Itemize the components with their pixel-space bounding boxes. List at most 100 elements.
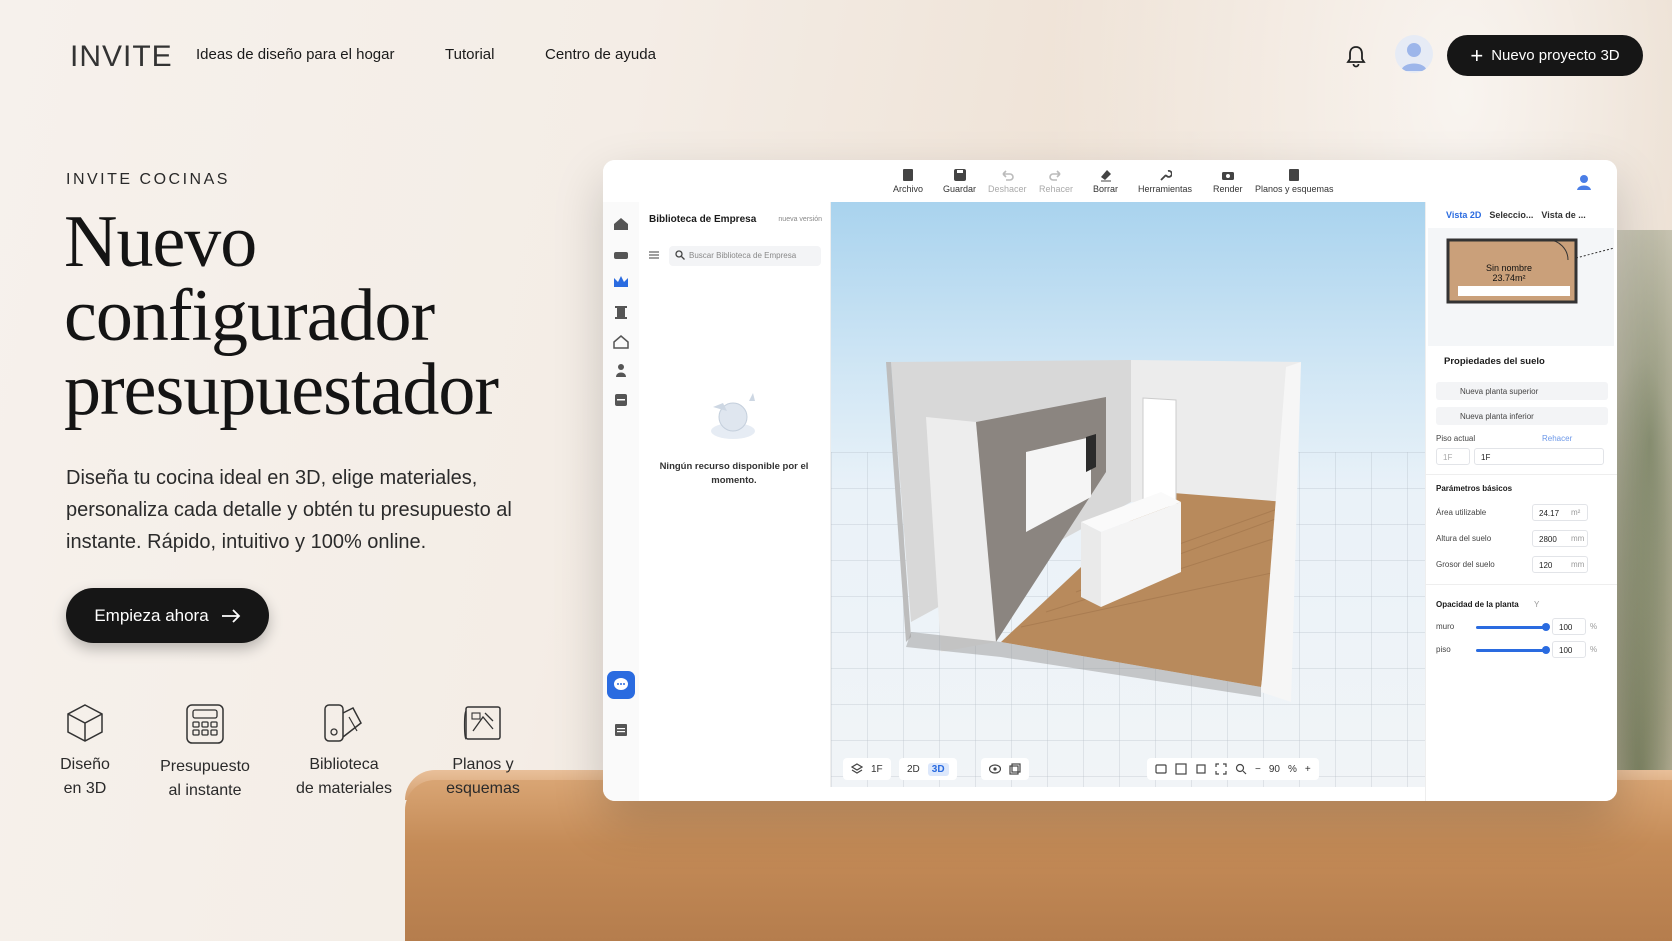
- nav-link-help[interactable]: Centro de ayuda: [545, 46, 656, 63]
- muro-unit: %: [1590, 622, 1598, 631]
- tool-planos[interactable]: Planos y esquemas: [1255, 168, 1334, 194]
- layers-icon: [851, 763, 863, 774]
- feature-3d-line1: Diseño: [60, 756, 110, 773]
- new-lower-floor-button[interactable]: Nueva planta inferior: [1436, 407, 1608, 425]
- new-project-button[interactable]: + Nuevo proyecto 3D: [1447, 35, 1643, 76]
- tab-seleccion[interactable]: Seleccio...: [1489, 210, 1533, 226]
- thickness-label: Grosor del suelo: [1436, 560, 1495, 569]
- tool-borrar[interactable]: Borrar: [1093, 168, 1118, 194]
- library-version-tag[interactable]: nueva versión: [778, 216, 822, 223]
- bell-icon[interactable]: [1345, 44, 1367, 68]
- divider: [1426, 584, 1617, 585]
- redo-icon: [1049, 170, 1061, 181]
- piso-input[interactable]: 100: [1552, 641, 1586, 658]
- mode-2d[interactable]: 2D: [907, 764, 920, 775]
- tool-render[interactable]: Render: [1213, 168, 1243, 194]
- avatar[interactable]: [1395, 35, 1433, 73]
- piso-unit: %: [1590, 645, 1598, 654]
- feature-budget: Presupuesto al instante: [158, 703, 252, 803]
- muro-slider[interactable]: [1476, 623, 1550, 631]
- house-outline-icon[interactable]: [613, 334, 629, 350]
- tab-vista-2d[interactable]: Vista 2D: [1446, 210, 1481, 226]
- tool-rehacer[interactable]: Rehacer: [1039, 168, 1073, 194]
- feature-plans-line2: esquemas: [446, 780, 520, 797]
- mode-3d[interactable]: 3D: [927, 762, 949, 776]
- feature-budget-line2: al instante: [168, 782, 242, 799]
- cabinet-icon[interactable]: [613, 392, 629, 408]
- blueprint-icon: [463, 706, 501, 740]
- camera-icon: [1221, 172, 1234, 180]
- new-upper-floor-button[interactable]: Nueva planta superior: [1436, 382, 1608, 400]
- list-view-icon[interactable]: [649, 250, 659, 260]
- frame-icon[interactable]: [1195, 763, 1207, 775]
- feature-library-line2: de materiales: [295, 780, 393, 797]
- app-toolbar: Archivo Guardar Deshacer Rehacer Borrar …: [603, 160, 1617, 202]
- crown-icon[interactable]: [613, 274, 629, 290]
- zoom-search-icon[interactable]: [1235, 763, 1247, 775]
- tool-guardar[interactable]: Guardar: [943, 168, 976, 194]
- list-panel-icon[interactable]: [613, 722, 629, 738]
- app-user-icon[interactable]: [1575, 173, 1593, 191]
- copy-view-icon[interactable]: [1009, 763, 1021, 775]
- logo[interactable]: INVITE: [70, 40, 173, 74]
- area-label: Área utilizable: [1436, 508, 1487, 517]
- headline: Nuevo configurador presupuestador: [64, 205, 584, 427]
- library-title: Biblioteca de Empresa: [649, 214, 757, 225]
- opacity-title: Opacidad de la planta: [1436, 600, 1519, 609]
- tool-herramientas[interactable]: Herramientas: [1138, 168, 1192, 194]
- sofa-icon[interactable]: [613, 246, 629, 262]
- library-search-input[interactable]: Buscar Biblioteca de Empresa: [669, 246, 821, 266]
- undo-icon: [1002, 170, 1014, 181]
- floor-selector[interactable]: 1F: [843, 758, 891, 780]
- floor-props-title: Propiedades del suelo: [1444, 356, 1545, 367]
- headline-line-3: presupuestador: [64, 349, 499, 431]
- nav-link-ideas[interactable]: Ideas de diseño para el hogar: [196, 46, 394, 63]
- zoom-value[interactable]: 90: [1269, 764, 1280, 775]
- zoom-in-button[interactable]: +: [1305, 764, 1311, 775]
- height-label: Altura del suelo: [1436, 534, 1492, 543]
- feature-budget-line1: Presupuesto: [160, 758, 250, 775]
- feature-3d-line2: en 3D: [63, 780, 107, 797]
- app-screenshot: Archivo Guardar Deshacer Rehacer Borrar …: [603, 160, 1617, 801]
- view-options: [981, 758, 1029, 780]
- file-icon: [903, 169, 913, 181]
- plans-icon: [1289, 169, 1300, 181]
- arrow-right-icon: [221, 608, 240, 623]
- minimap[interactable]: Sin nombre 23.74m²: [1428, 228, 1615, 346]
- headline-line-2: configurador: [64, 275, 435, 357]
- eye-icon[interactable]: [989, 764, 1001, 774]
- chat-icon[interactable]: [607, 671, 635, 699]
- piso-slider[interactable]: [1476, 646, 1550, 654]
- start-now-button[interactable]: Empieza ahora: [66, 588, 269, 643]
- fit-icon[interactable]: [1175, 763, 1187, 775]
- feature-plans-line1: Planos y: [452, 756, 514, 773]
- floor-select-a[interactable]: 1F: [1436, 448, 1470, 465]
- feature-library-line1: Biblioteca: [309, 756, 379, 773]
- view-mode-toggle[interactable]: 2D 3D: [899, 758, 957, 780]
- rehacer-link[interactable]: Rehacer: [1542, 434, 1572, 443]
- zoom-out-button[interactable]: −: [1255, 764, 1261, 775]
- column-icon[interactable]: [613, 304, 629, 320]
- kitchen-3d-model: [886, 360, 1301, 702]
- wrench-icon: [1160, 170, 1173, 181]
- muro-input[interactable]: 100: [1552, 618, 1586, 635]
- zoom-unit: %: [1287, 763, 1297, 775]
- 3d-viewport[interactable]: 1F 2D 3D − 90 % +: [831, 202, 1425, 787]
- empty-box-illustration: [711, 393, 755, 439]
- room-area: 23.74m²: [1492, 273, 1526, 283]
- tool-archivo[interactable]: Archivo: [893, 168, 923, 194]
- tab-vista[interactable]: Vista de ...: [1541, 210, 1585, 226]
- floor-select-b[interactable]: 1F: [1474, 448, 1604, 465]
- nav-link-tutorial[interactable]: Tutorial: [445, 46, 494, 63]
- swatches-icon: [324, 704, 362, 742]
- focus-icon[interactable]: [1215, 763, 1227, 775]
- search-icon: [675, 250, 685, 260]
- tool-deshacer[interactable]: Deshacer: [988, 168, 1027, 194]
- settings-panel-icon[interactable]: [1155, 763, 1167, 775]
- floor-value: 1F: [871, 763, 883, 775]
- feature-plans: Planos y esquemas: [440, 703, 526, 801]
- room-label: Sin nombre 23.74m²: [1486, 263, 1532, 283]
- library-empty-message: Ningún recurso disponible por el momento…: [659, 461, 809, 486]
- home-icon[interactable]: [613, 216, 629, 232]
- person-icon[interactable]: [613, 362, 629, 378]
